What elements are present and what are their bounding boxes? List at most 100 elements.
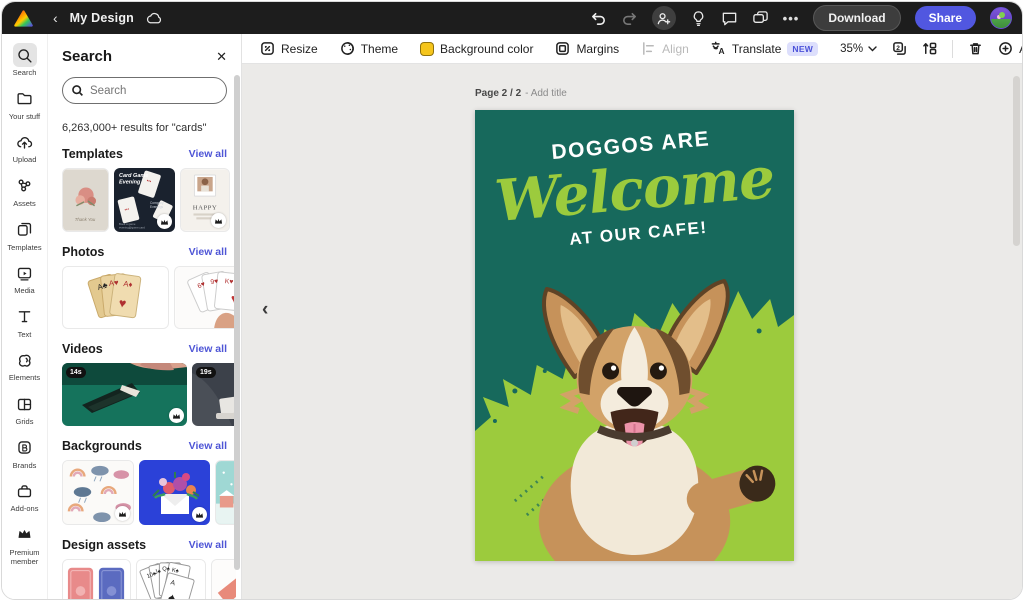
search-icon — [13, 43, 37, 67]
svg-text:evening@game.card: evening@game.card — [119, 226, 145, 230]
share-button[interactable]: Share — [915, 6, 976, 30]
design-assets-view-all-link[interactable]: View all — [189, 539, 227, 551]
rail-item-your-stuff[interactable]: Your stuff — [2, 85, 47, 124]
rail-item-media[interactable]: Media — [2, 259, 47, 298]
backgrounds-view-all-link[interactable]: View all — [189, 440, 227, 452]
margins-icon — [555, 41, 570, 56]
background-thumbnail-clouds-rainbows[interactable] — [62, 460, 134, 525]
duplicate-page-button[interactable]: 2 — [892, 41, 907, 56]
video-thumbnail-card-spread[interactable]: 14s — [62, 363, 187, 426]
add-ons-icon — [13, 479, 37, 503]
redo-icon[interactable] — [621, 10, 638, 27]
templates-pages-icon — [13, 218, 37, 242]
cloud-upload-icon — [13, 130, 37, 154]
elements-shapes-icon — [13, 348, 37, 372]
suggestions-lightbulb-icon[interactable] — [690, 10, 707, 27]
theme-button[interactable]: Theme — [340, 41, 398, 56]
background-thumbnail-winter-scene[interactable] — [215, 460, 236, 525]
close-panel-icon[interactable]: ✕ — [216, 49, 227, 65]
zoom-level-select[interactable]: 35% — [840, 43, 877, 55]
chat-feedback-icon[interactable] — [752, 10, 769, 27]
reorder-pages-button[interactable] — [922, 41, 937, 56]
template-thumbnail-card-game-evening[interactable]: ♦♦♦♦♦♦Card GameEveningCompanyEveningsBoo… — [114, 168, 175, 232]
photo-thumbnail-hand-holding-cards[interactable]: 6♥9♥K♥♥ — [174, 266, 236, 329]
premium-crown-badge — [157, 214, 172, 229]
rail-item-templates[interactable]: Templates — [2, 216, 47, 255]
photos-view-all-link[interactable]: View all — [189, 246, 227, 258]
undo-icon[interactable] — [590, 10, 607, 27]
backgrounds-section: Backgrounds View all — [62, 439, 241, 525]
videos-section-title: Videos — [62, 342, 103, 356]
panel-scrollbar-thumb[interactable] — [234, 75, 240, 570]
add-title-link[interactable]: - Add title — [525, 88, 567, 99]
asset-thumbnail-partial[interactable] — [211, 559, 236, 599]
asset-thumbnail-royal-flush[interactable]: 10♠J♠Q♠K♠A♠ — [136, 559, 206, 599]
premium-crown-badge — [192, 507, 207, 522]
rail-item-assets[interactable]: Assets — [2, 172, 47, 211]
svg-text:J♠: J♠ — [154, 569, 161, 576]
search-input-container — [62, 77, 227, 104]
svg-text:Thank You: Thank You — [75, 217, 96, 222]
invite-collaborator-button[interactable] — [652, 6, 676, 30]
background-color-button[interactable]: Background color — [420, 42, 533, 56]
premium-crown-icon — [13, 523, 37, 547]
search-input-icon — [71, 84, 84, 97]
rail-item-search[interactable]: Search — [2, 41, 47, 80]
top-bar: ‹ My Design ••• — [2, 2, 1022, 34]
media-icon — [13, 261, 37, 285]
svg-text:A♦: A♦ — [123, 279, 133, 289]
background-thumbnail-flower-envelope[interactable] — [139, 460, 210, 525]
collapse-panel-chevron[interactable]: ‹ — [262, 299, 268, 321]
adobe-express-logo-icon[interactable] — [14, 10, 33, 27]
svg-text:K♥: K♥ — [224, 278, 233, 286]
app-window: ‹ My Design ••• — [1, 1, 1023, 600]
rail-item-text[interactable]: Text — [2, 303, 47, 342]
trash-icon — [968, 41, 983, 56]
premium-crown-badge — [169, 408, 184, 423]
templates-view-all-link[interactable]: View all — [189, 148, 227, 160]
videos-view-all-link[interactable]: View all — [189, 343, 227, 355]
translate-button[interactable]: A Translate NEW — [711, 41, 818, 56]
rail-item-elements[interactable]: Elements — [2, 346, 47, 385]
delete-page-button[interactable] — [968, 41, 983, 56]
svg-text:2: 2 — [896, 45, 900, 52]
svg-text:Card Game: Card Game — [119, 173, 148, 179]
user-avatar[interactable] — [990, 7, 1012, 29]
rail-item-brands[interactable]: Brands — [2, 434, 47, 473]
design-assets-section: Design assets View all 10♠J♠Q♠K♠A♠ — [62, 538, 241, 599]
panel-scrollbar[interactable] — [234, 64, 240, 591]
align-button: Align — [641, 41, 689, 56]
templates-section-title: Templates — [62, 147, 123, 161]
search-results-count: 6,263,000+ results for "cards" — [62, 122, 241, 134]
resize-button[interactable]: Resize — [260, 41, 318, 56]
canvas-scrollbar-thumb[interactable] — [1013, 76, 1020, 246]
search-input[interactable] — [90, 85, 218, 97]
add-page-button[interactable]: Add — [998, 41, 1023, 56]
download-button[interactable]: Download — [813, 5, 900, 31]
rail-item-add-ons[interactable]: Add-ons — [2, 477, 47, 516]
backgrounds-section-title: Backgrounds — [62, 439, 142, 453]
svg-text:9♥: 9♥ — [210, 278, 219, 286]
canvas-scrollbar[interactable] — [1013, 70, 1020, 593]
back-button[interactable]: ‹ — [53, 11, 58, 25]
design-page[interactable]: DOGGOS ARE Welcome AT OUR CAFE! — [475, 110, 794, 561]
template-thumbnail-happy[interactable]: HAPPY — [180, 168, 230, 232]
rail-item-grids[interactable]: Grids — [2, 390, 47, 429]
rail-item-upload[interactable]: Upload — [2, 128, 47, 167]
poster-dog-illustration[interactable] — [475, 271, 794, 561]
rail-item-premium-member[interactable]: Premium member — [2, 521, 47, 568]
margins-button[interactable]: Margins — [555, 41, 619, 56]
asset-thumbnail-card-backs[interactable] — [62, 559, 131, 599]
photo-thumbnail-vintage-aces[interactable]: A♣A♥A♦♥ — [62, 266, 169, 329]
svg-text:K♠: K♠ — [171, 568, 179, 575]
comment-icon[interactable] — [721, 10, 738, 27]
premium-crown-badge — [115, 506, 130, 521]
page-number: Page 2 / 2 — [475, 88, 521, 99]
assets-nodes-icon — [13, 174, 37, 198]
more-options-button[interactable]: ••• — [783, 11, 800, 26]
template-thumbnail-thank-you[interactable]: Thank You — [62, 168, 109, 232]
document-title[interactable]: My Design — [70, 11, 134, 25]
editor-toolbar: Resize Theme Background color Margins Al… — [242, 34, 1022, 64]
video-thumbnail-laptop[interactable]: 19s — [192, 363, 236, 426]
brands-icon — [13, 436, 37, 460]
